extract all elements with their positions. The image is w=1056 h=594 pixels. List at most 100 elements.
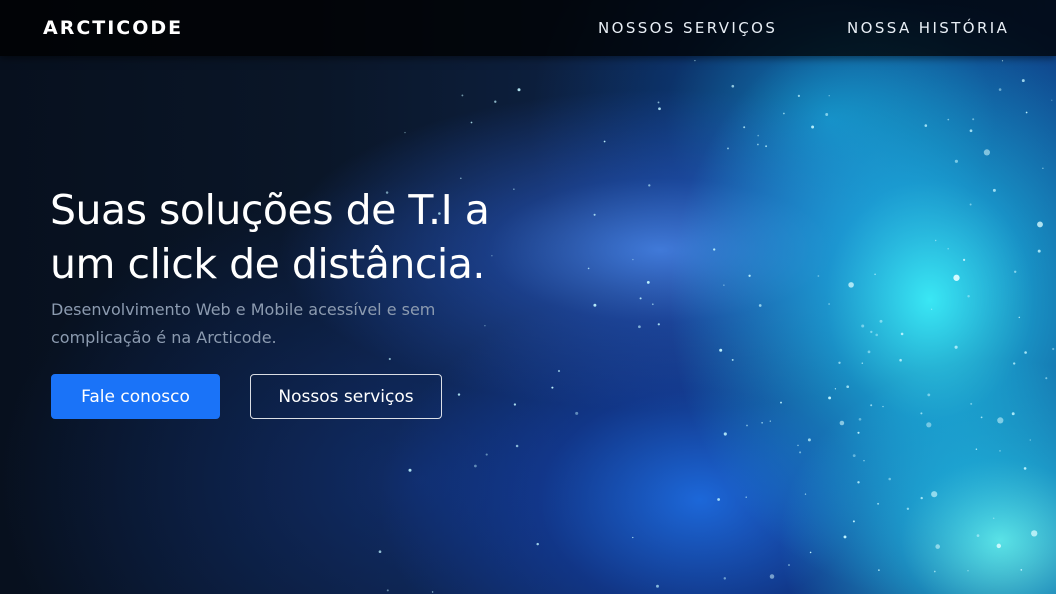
star (694, 59, 696, 62)
star (996, 543, 1002, 549)
star (967, 570, 969, 572)
star (603, 140, 606, 143)
star (843, 535, 847, 539)
star (926, 422, 932, 428)
star (638, 325, 641, 329)
hero-title-line-1: Suas soluções de T.I a (50, 186, 490, 234)
star (870, 404, 873, 407)
star (1029, 439, 1032, 441)
nav-link-history[interactable]: NOSSA HISTÓRIA (847, 19, 1009, 37)
star (743, 126, 746, 129)
star (474, 464, 477, 468)
star (828, 95, 830, 97)
star (804, 493, 807, 495)
star (811, 125, 815, 129)
star (899, 358, 902, 362)
star (757, 134, 760, 137)
star (557, 369, 561, 373)
star (839, 420, 845, 426)
star (1013, 362, 1016, 365)
star (593, 303, 597, 307)
star (388, 357, 391, 361)
star (828, 396, 832, 400)
star (953, 274, 960, 281)
star (980, 416, 983, 419)
star (834, 388, 837, 390)
star (861, 362, 864, 364)
star (852, 454, 856, 458)
star (404, 131, 406, 134)
star (515, 444, 519, 448)
star (906, 507, 910, 511)
star (857, 431, 860, 434)
star (1052, 347, 1055, 351)
star (1051, 99, 1053, 101)
star (1025, 111, 1028, 114)
star (632, 258, 634, 261)
star (1011, 412, 1015, 416)
brand-logo[interactable]: ARCTICODE (43, 17, 183, 39)
star (969, 129, 973, 133)
star (658, 107, 661, 111)
star (1037, 249, 1041, 253)
star (975, 448, 978, 450)
star (723, 432, 727, 436)
star (717, 498, 720, 501)
services-button[interactable]: Nossos serviços (250, 374, 442, 419)
star (934, 239, 937, 242)
star (1014, 270, 1017, 273)
star (485, 453, 488, 456)
star (731, 358, 734, 361)
star (1042, 167, 1044, 169)
star (954, 159, 958, 163)
star (723, 284, 725, 286)
star (931, 491, 938, 498)
star (927, 393, 931, 397)
star (924, 124, 928, 127)
star (494, 100, 497, 103)
star (867, 350, 871, 354)
star (1045, 377, 1048, 380)
star (963, 258, 966, 261)
star (828, 303, 831, 305)
star (461, 94, 464, 97)
star (470, 121, 473, 124)
star (745, 496, 747, 498)
star (748, 274, 751, 277)
star (888, 477, 891, 481)
star (657, 101, 660, 104)
hero-title-line-2: um click de distância. (50, 240, 485, 288)
star (857, 481, 860, 484)
star (746, 424, 748, 427)
star (947, 247, 950, 250)
star (877, 502, 880, 505)
star (457, 393, 461, 396)
star (513, 403, 517, 406)
star (970, 402, 973, 405)
star (783, 112, 785, 115)
star (879, 319, 883, 323)
star (920, 412, 923, 415)
star (825, 113, 829, 116)
star (1001, 60, 1004, 62)
nav-link-services[interactable]: NOSSOS SERVIÇOS (598, 19, 777, 37)
star (780, 401, 782, 404)
star (408, 468, 412, 472)
star (656, 584, 659, 588)
star (769, 574, 775, 579)
hero-subtitle-line-2: complicação é na Arcticode. (51, 328, 277, 347)
star (999, 450, 1001, 452)
star (797, 94, 801, 98)
star (807, 438, 811, 442)
star (657, 323, 660, 326)
star (920, 496, 923, 500)
star (797, 444, 799, 447)
star (459, 177, 462, 180)
hero-subtitle-line-1: Desenvolvimento Web e Mobile acessível e… (51, 300, 436, 319)
star (967, 294, 970, 298)
star (900, 332, 904, 336)
star (731, 84, 735, 88)
contact-button[interactable]: Fale conosco (51, 374, 220, 419)
star (848, 282, 854, 288)
star (713, 248, 716, 251)
